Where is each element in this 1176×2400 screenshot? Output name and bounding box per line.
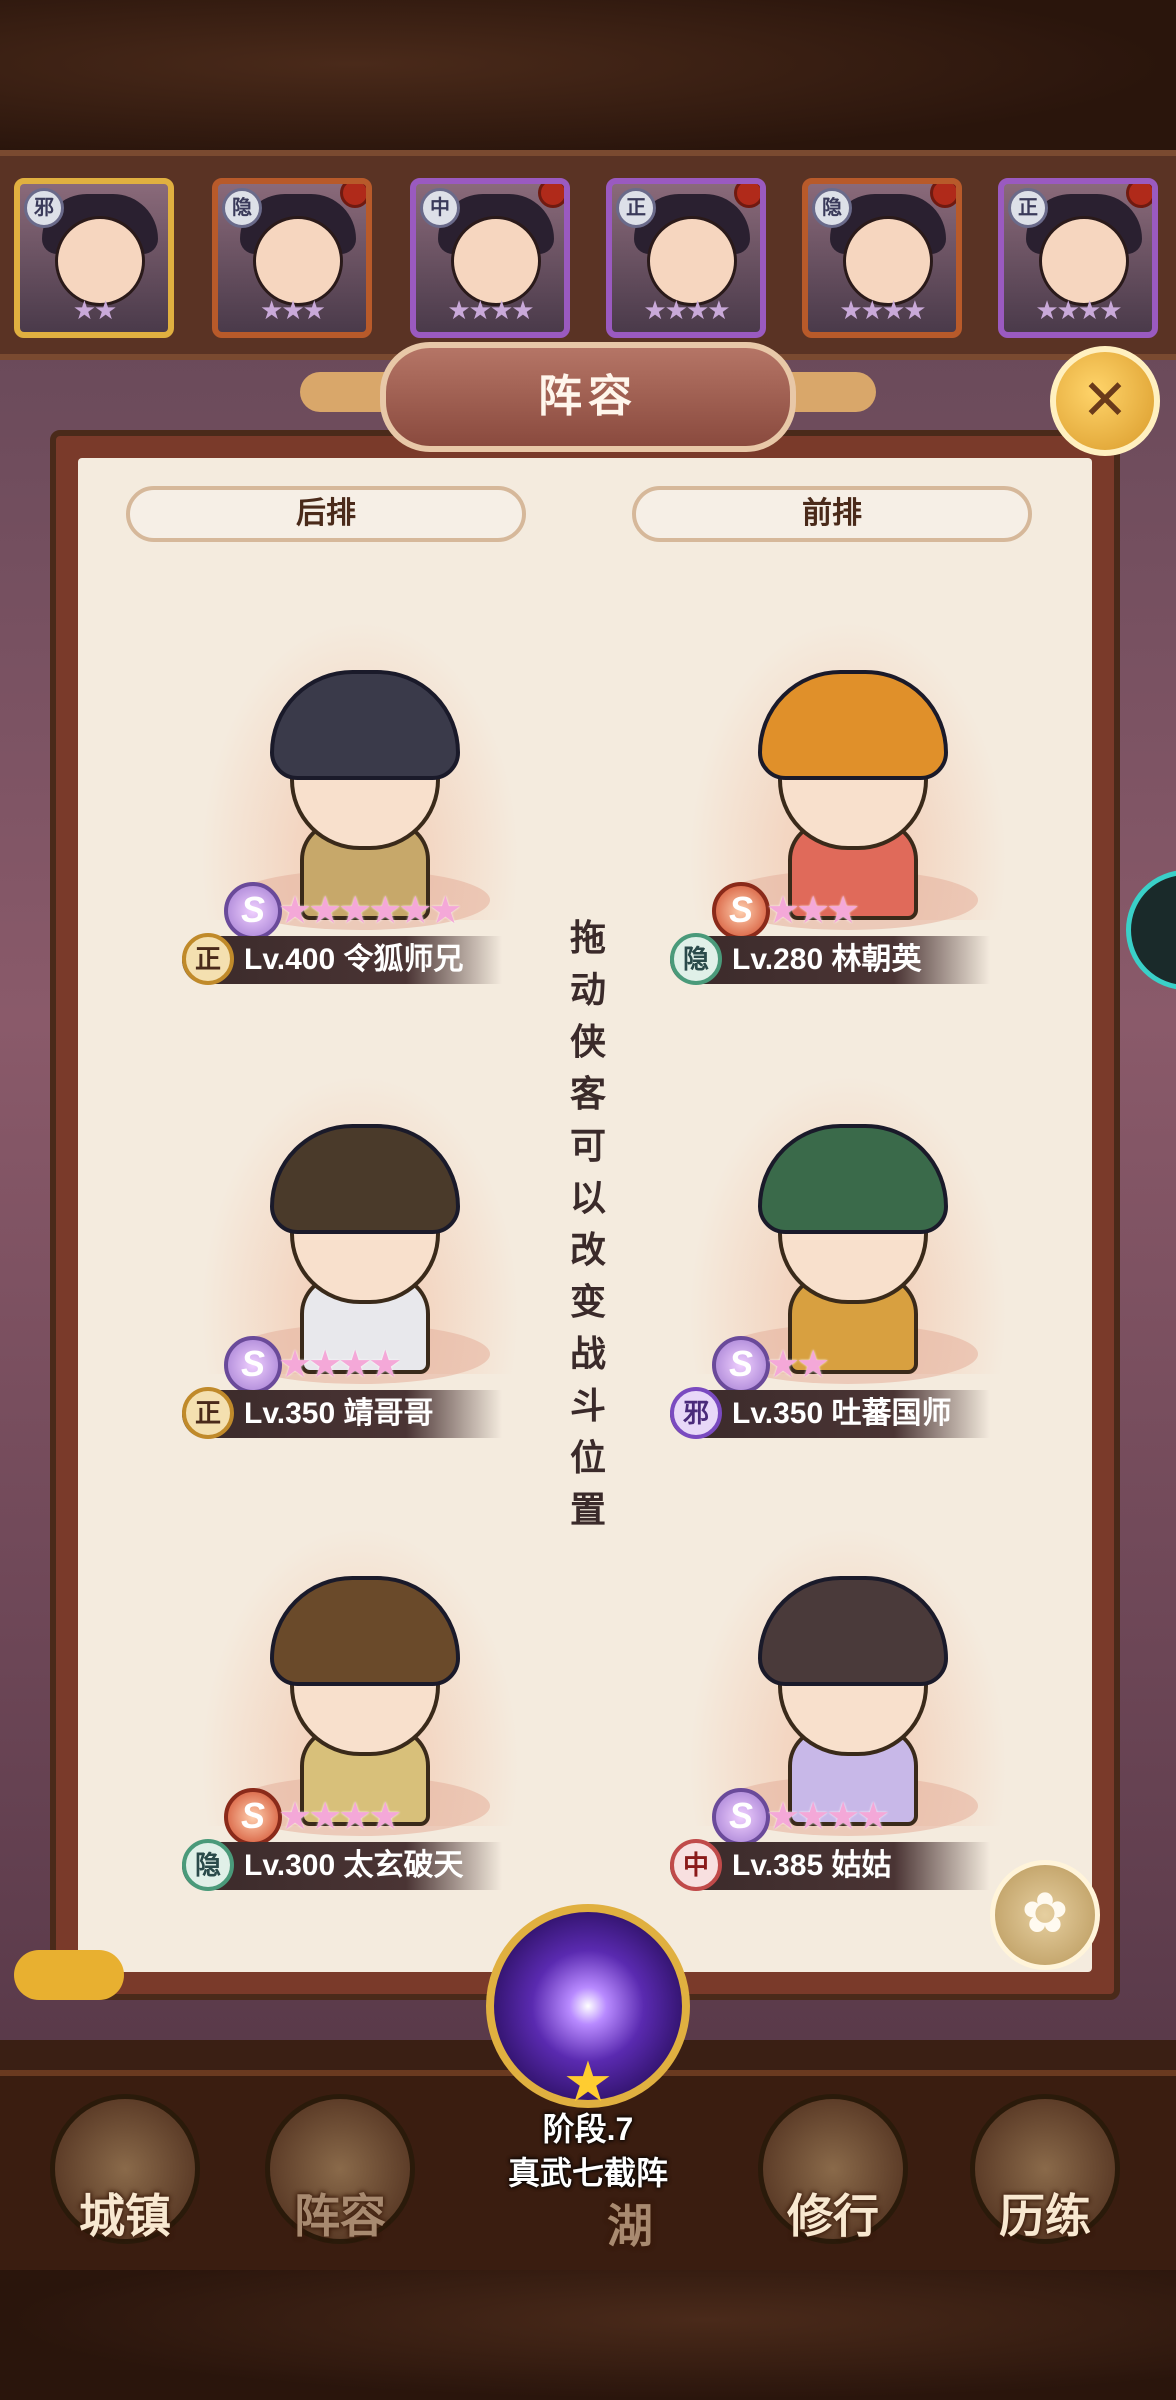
nav-trial-label: 历练 bbox=[999, 2190, 1091, 2242]
rank-s-icon: S bbox=[712, 882, 770, 940]
nav-lineup-label: 阵容 bbox=[294, 2190, 386, 2242]
faction-badge: 正 bbox=[616, 188, 656, 228]
panel-title-text: 阵容 bbox=[538, 372, 638, 421]
hero-card-3[interactable]: 中 ★★★★ bbox=[410, 178, 570, 338]
faction-badge: 隐 bbox=[182, 1839, 234, 1891]
nav-jianghu-label: 湖 bbox=[607, 2200, 653, 2252]
front-row-label: 前排 bbox=[632, 486, 1032, 542]
hero-slot-front-1[interactable]: S ★★★ 隐 Lv.280 林朝英 bbox=[648, 620, 1048, 985]
hero-namebar: 正 Lv.350 靖哥哥 bbox=[182, 1387, 502, 1439]
hero-namebar: 中 Lv.385 姑姑 bbox=[670, 1839, 990, 1891]
close-button[interactable]: ✕ bbox=[1050, 346, 1160, 456]
background-top bbox=[0, 0, 1176, 160]
back-row-label: 后排 bbox=[126, 486, 526, 542]
hero-slot-back-1[interactable]: S ★★★★★★ 正 Lv.400 令狐师兄 bbox=[160, 620, 560, 985]
star-rating: ★★★★ bbox=[278, 1796, 402, 1838]
faction-badge: 隐 bbox=[222, 188, 262, 228]
hero-name: Lv.300 太玄破天 bbox=[244, 1849, 464, 1882]
notification-dot bbox=[1126, 184, 1152, 208]
faction-badge: 隐 bbox=[670, 933, 722, 985]
hero-strip: 邪 ★★ 隐 ★★★ 中 ★★★★ 正 ★★★★ 隐 ★★★★ 正 ★★★★ bbox=[0, 150, 1176, 360]
rank-s-icon: S bbox=[712, 1336, 770, 1394]
panel-title: 阵容 bbox=[380, 342, 796, 452]
hero-face bbox=[647, 216, 737, 306]
hero-name: Lv.400 令狐师兄 bbox=[244, 943, 464, 976]
hero-stars: ★★★ bbox=[260, 295, 326, 325]
close-icon: ✕ bbox=[1081, 368, 1129, 431]
hero-card-1[interactable]: 邪 ★★ bbox=[14, 178, 174, 338]
hero-card-2[interactable]: 隐 ★★★ bbox=[212, 178, 372, 338]
faction-badge: 中 bbox=[670, 1839, 722, 1891]
hero-card-4[interactable]: 正 ★★★★ bbox=[606, 178, 766, 338]
hero-card-6[interactable]: 正 ★★★★ bbox=[998, 178, 1158, 338]
formation-stage: 阶段.7 bbox=[542, 2111, 634, 2147]
rank-s-icon: S bbox=[712, 1788, 770, 1846]
cloud-ornament-icon bbox=[14, 1950, 124, 2000]
hero-face bbox=[843, 216, 933, 306]
hero-namebar: 邪 Lv.350 吐蕃国师 bbox=[670, 1387, 990, 1439]
formation-name: 真武七截阵 bbox=[507, 2155, 668, 2191]
faction-badge: 正 bbox=[182, 933, 234, 985]
hero-slot-back-3[interactable]: S ★★★★ 隐 Lv.300 太玄破天 bbox=[160, 1526, 560, 1891]
star-rating: ★★★★★★ bbox=[278, 890, 462, 932]
faction-badge: 正 bbox=[1008, 188, 1048, 228]
hero-name: Lv.280 林朝英 bbox=[732, 943, 922, 976]
hero-face bbox=[451, 216, 541, 306]
hero-stars: ★★★★ bbox=[447, 295, 534, 325]
hero-face bbox=[253, 216, 343, 306]
hero-stars: ★★★★ bbox=[1035, 295, 1122, 325]
star-rating: ★★★★ bbox=[766, 1796, 890, 1838]
notification-dot bbox=[930, 184, 956, 208]
nav-training-label: 修行 bbox=[787, 2190, 879, 2242]
hero-slot-back-2[interactable]: S ★★★★ 正 Lv.350 靖哥哥 bbox=[160, 1074, 560, 1439]
hero-slot-front-3[interactable]: S ★★★★ 中 Lv.385 姑姑 bbox=[648, 1526, 1048, 1891]
hero-card-5[interactable]: 隐 ★★★★ bbox=[802, 178, 962, 338]
hero-face bbox=[1039, 216, 1129, 306]
hero-stars: ★★★★ bbox=[839, 295, 926, 325]
hero-stars: ★★ bbox=[72, 295, 118, 325]
faction-badge: 邪 bbox=[670, 1387, 722, 1439]
rank-s-icon: S bbox=[224, 882, 282, 940]
hero-name: Lv.350 靖哥哥 bbox=[244, 1397, 434, 1430]
drag-hint-text: 拖动侠客可以改变战斗位置 bbox=[569, 917, 606, 1530]
hero-name: Lv.350 吐蕃国师 bbox=[732, 1397, 952, 1430]
nav-town-label: 城镇 bbox=[79, 2190, 171, 2242]
star-rating: ★★★★ bbox=[278, 1344, 402, 1386]
faction-badge: 正 bbox=[182, 1387, 234, 1439]
faction-badge: 中 bbox=[420, 188, 460, 228]
notification-dot bbox=[340, 184, 366, 208]
flower-icon: ✿ bbox=[1021, 1881, 1069, 1944]
star-rating: ★★★ bbox=[766, 890, 860, 932]
hero-namebar: 正 Lv.400 令狐师兄 bbox=[182, 933, 502, 985]
faction-badge: 邪 bbox=[24, 188, 64, 228]
hero-name: Lv.385 姑姑 bbox=[732, 1849, 892, 1882]
notification-dot bbox=[538, 184, 564, 208]
hero-slot-front-2[interactable]: S ★★ 邪 Lv.350 吐蕃国师 bbox=[648, 1074, 1048, 1439]
rank-s-icon: S bbox=[224, 1788, 282, 1846]
notification-dot bbox=[734, 184, 760, 208]
hero-namebar: 隐 Lv.280 林朝英 bbox=[670, 933, 990, 985]
star-icon: ★ bbox=[562, 2050, 614, 2113]
petal-menu-button[interactable]: ✿ bbox=[990, 1860, 1100, 1970]
rank-s-icon: S bbox=[224, 1336, 282, 1394]
hero-namebar: 隐 Lv.300 太玄破天 bbox=[182, 1839, 502, 1891]
hero-face bbox=[55, 216, 145, 306]
hero-stars: ★★★★ bbox=[643, 295, 730, 325]
star-rating: ★★ bbox=[766, 1344, 830, 1386]
faction-badge: 隐 bbox=[812, 188, 852, 228]
